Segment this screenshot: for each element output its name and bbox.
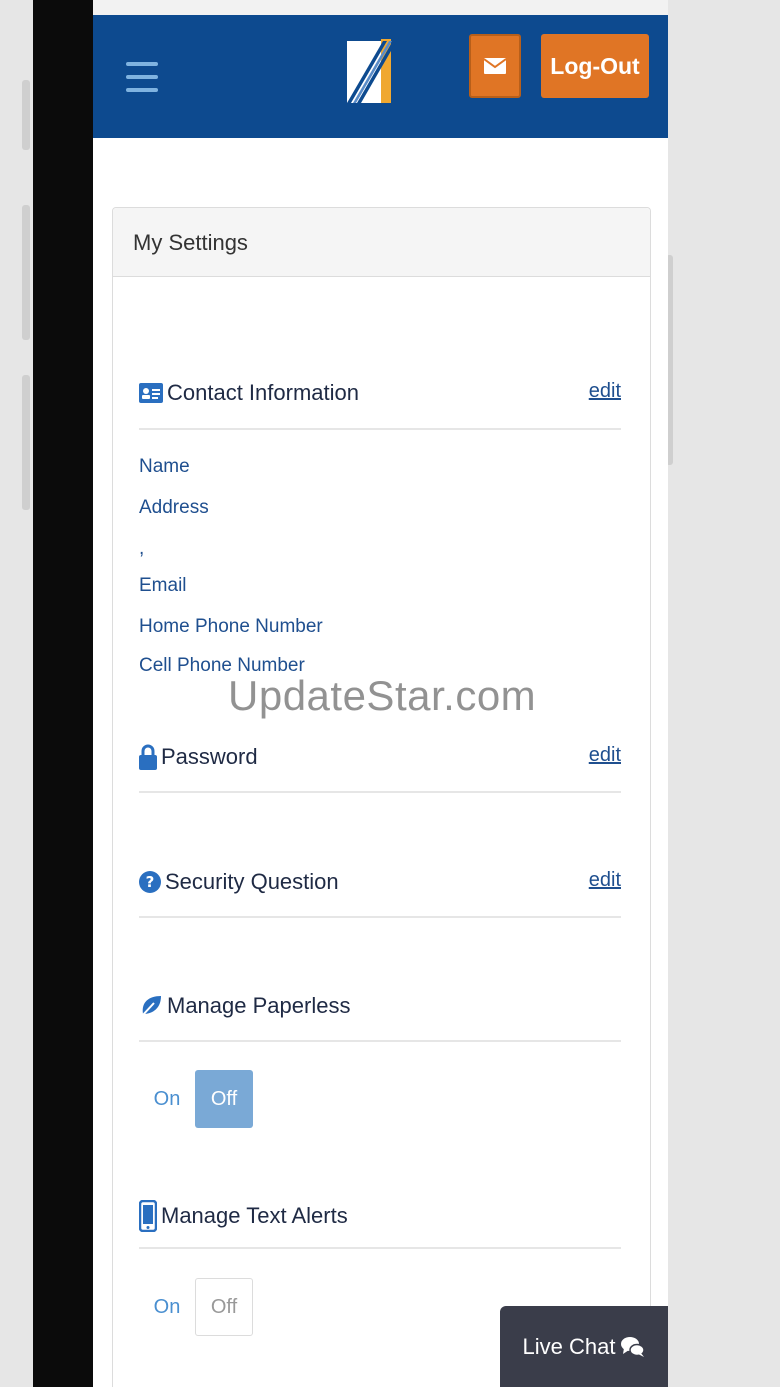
security-title: ? Security Question <box>139 869 339 895</box>
phone-side-button <box>22 375 30 510</box>
paperless-toggle[interactable]: On Off <box>139 1070 253 1128</box>
hamburger-icon[interactable] <box>126 60 158 94</box>
paperless-on-option[interactable]: On <box>139 1070 195 1128</box>
live-chat-button[interactable]: Live Chat <box>500 1306 668 1387</box>
contact-field-address-separator: , <box>139 538 145 559</box>
divider <box>139 916 621 918</box>
envelope-icon <box>484 58 506 74</box>
text-alerts-off-option[interactable]: Off <box>195 1278 253 1336</box>
phone-side-button <box>22 205 30 340</box>
paperless-off-option[interactable]: Off <box>195 1070 253 1128</box>
contact-field-name: Name <box>139 456 190 477</box>
contact-title: Contact Information <box>139 380 359 406</box>
divider <box>139 1247 621 1249</box>
contact-field-address: Address <box>139 497 209 518</box>
divider <box>139 1040 621 1042</box>
bank-logo <box>347 37 399 103</box>
mail-button[interactable] <box>469 34 521 98</box>
app-header: Log-Out <box>93 15 668 138</box>
live-chat-label: Live Chat <box>522 1333 616 1359</box>
question-circle-icon: ? <box>139 871 161 893</box>
text-alerts-toggle[interactable]: On Off <box>139 1278 253 1336</box>
edit-contact-link[interactable]: edit <box>589 380 621 403</box>
edit-password-link[interactable]: edit <box>589 744 621 767</box>
settings-card: My Settings Contact Information edit Nam… <box>112 207 651 1387</box>
settings-card-header: My Settings <box>113 208 650 277</box>
svg-text:?: ? <box>146 873 155 891</box>
id-card-icon <box>139 383 163 403</box>
mobile-phone-icon <box>139 1200 157 1232</box>
status-strip <box>93 0 668 15</box>
phone-side-button <box>22 80 30 150</box>
text-alerts-on-option[interactable]: On <box>139 1278 195 1336</box>
logout-button[interactable]: Log-Out <box>541 34 649 98</box>
lock-icon <box>139 744 157 770</box>
leaf-icon <box>140 996 161 1018</box>
password-title: Password <box>139 744 258 770</box>
chat-bubbles-icon <box>621 1336 646 1357</box>
divider <box>139 791 621 793</box>
watermark-text: UpdateStar.com <box>228 672 537 719</box>
paperless-title: Manage Paperless <box>139 993 350 1019</box>
text-alerts-title: Manage Text Alerts <box>139 1200 348 1232</box>
divider <box>139 428 621 430</box>
edit-security-link[interactable]: edit <box>589 869 621 892</box>
contact-field-home-phone: Home Phone Number <box>139 616 323 637</box>
contact-field-email: Email <box>139 575 187 596</box>
page-title: My Settings <box>133 230 248 255</box>
